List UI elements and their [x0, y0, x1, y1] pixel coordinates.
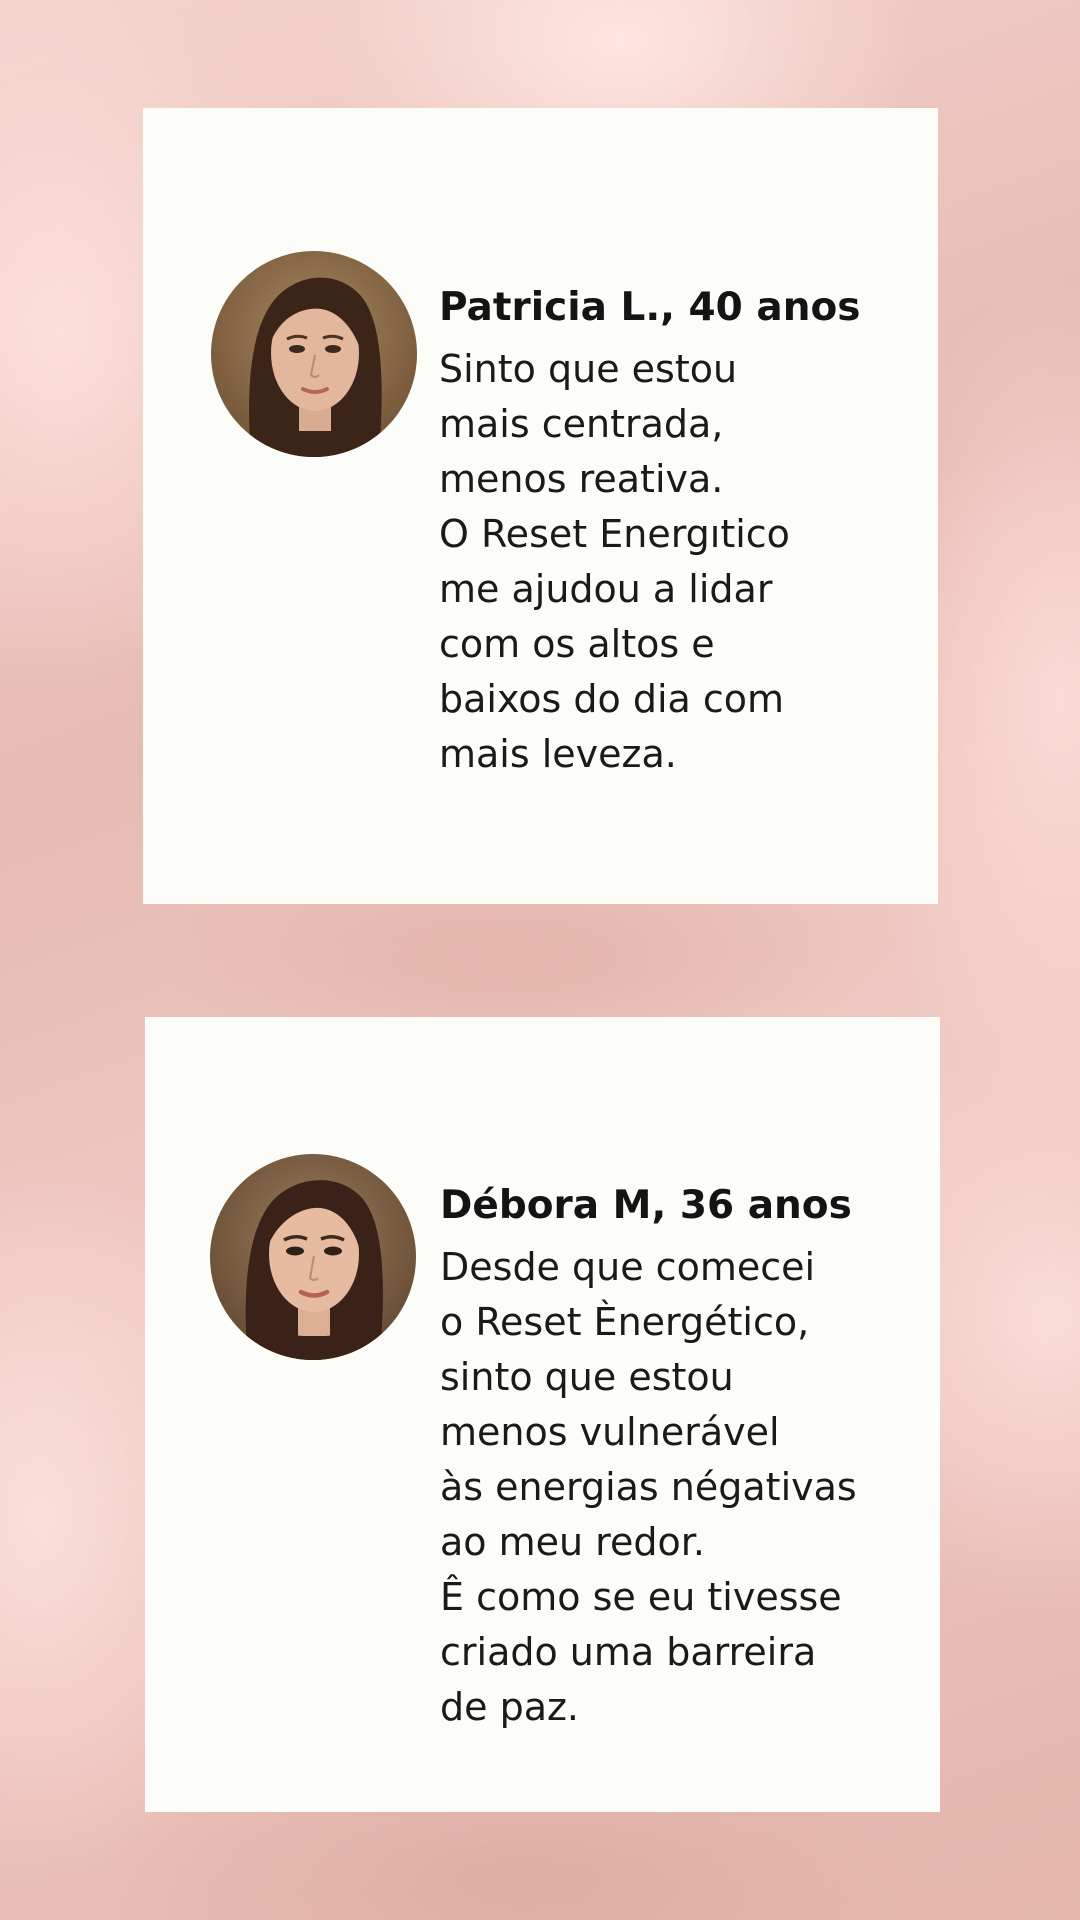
quote-line: mais centrada,	[439, 402, 724, 446]
testimonial-quote: Sinto que estou mais centrada, menos rea…	[439, 342, 869, 782]
testimonial-quote: Desde que comecei o Reset Ènergético, si…	[440, 1240, 870, 1735]
testimonial-text: Patricia L., 40 anos Sinto que estou mai…	[439, 284, 869, 782]
quote-line: Sinto que estou	[439, 347, 738, 391]
woman-portrait-avatar-icon	[210, 1154, 416, 1360]
quote-line: Ê como se eu tivesse	[440, 1575, 842, 1619]
testimonial-text: Débora M, 36 anos Desde que comecei o Re…	[440, 1182, 870, 1735]
quote-line: me ajudou a lidar	[439, 567, 773, 611]
quote-line: o Reset Ènergético,	[440, 1300, 810, 1344]
quote-line: de paz.	[440, 1685, 580, 1729]
woman-portrait-avatar-icon	[211, 251, 417, 457]
quote-line: às energias négativas	[440, 1465, 857, 1509]
quote-line: mais leveza.	[439, 732, 677, 776]
quote-line: baixos do dia com	[439, 677, 785, 721]
quote-line: O Reset Energıtico	[439, 512, 790, 556]
quote-line: sinto que estou	[440, 1355, 734, 1399]
testimonial-card: Débora M, 36 anos Desde que comecei o Re…	[145, 1017, 940, 1812]
avatar	[210, 1154, 416, 1360]
testimonial-name: Débora M, 36 anos	[440, 1183, 852, 1228]
quote-line: com os altos e	[439, 622, 715, 666]
quote-line: Desde que comecei	[440, 1245, 816, 1289]
avatar	[211, 251, 417, 457]
quote-line: menos vulnerável	[440, 1410, 780, 1454]
quote-line: menos reativa.	[439, 457, 724, 501]
testimonial-name: Patricia L., 40 anos	[439, 285, 861, 330]
quote-line: criado uma barreira	[440, 1630, 817, 1674]
testimonial-card: Patricia L., 40 anos Sinto que estou mai…	[143, 108, 938, 904]
quote-line: ao meu redor.	[440, 1520, 705, 1564]
